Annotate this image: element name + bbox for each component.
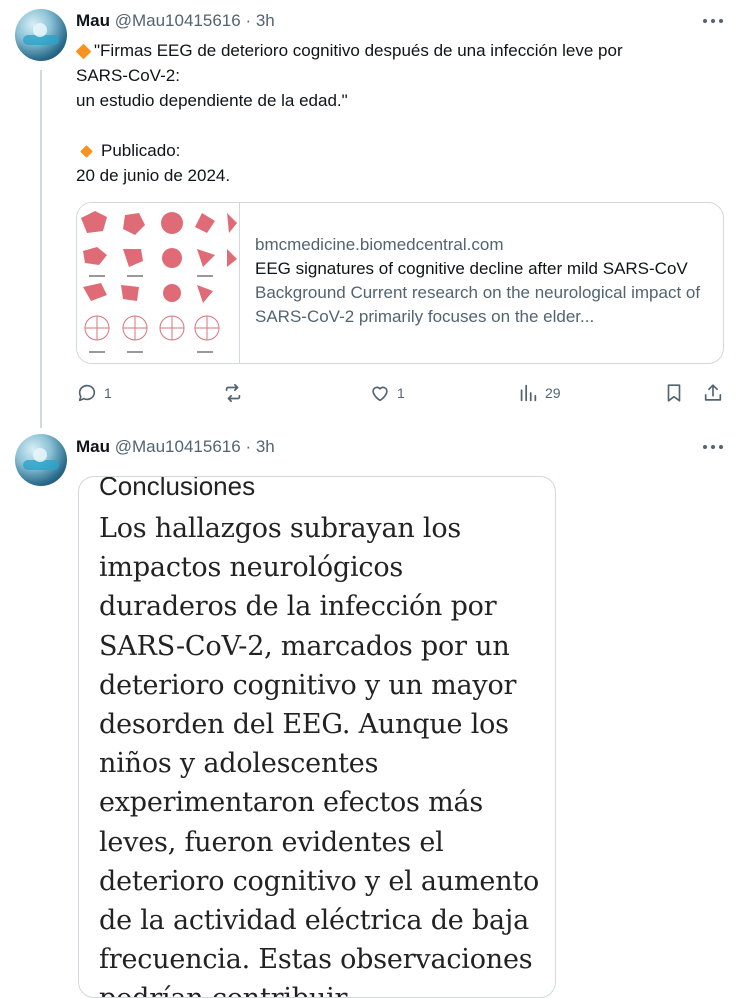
reply-icon [78, 384, 96, 402]
card-info[interactable]: bmcmedicine.biomedcentral.com EEG signat… [255, 233, 711, 329]
card-title[interactable]: EEG signatures of cognitive decline afte… [255, 257, 711, 281]
image-body-text: Los hallazgos subrayan los impactos neur… [99, 513, 540, 997]
text-line: SARS-CoV-2: [76, 66, 180, 85]
tweet-text: "Firmas EEG de deterioro cognitivo despu… [75, 38, 716, 188]
text-line: un estudio dependiente de la edad." [76, 91, 348, 110]
card-thumbnail-image [77, 203, 240, 363]
reply-button[interactable]: 1 [76, 382, 112, 404]
author-handle[interactable]: @Mau10415616 [115, 437, 241, 456]
repost-button[interactable] [222, 382, 250, 404]
author-name[interactable]: Mau [76, 437, 110, 456]
analytics-bar-icon [520, 384, 537, 402]
separator-dot: · [245, 437, 252, 456]
like-count: 1 [397, 385, 405, 401]
views-button[interactable]: 29 [517, 382, 561, 404]
like-button[interactable]: 1 [369, 382, 405, 404]
text-line: 20 de junio de 2024. [76, 166, 231, 185]
view-count: 29 [545, 385, 561, 401]
link-preview-card[interactable]: bmcmedicine.biomedcentral.com EEG signat… [76, 202, 724, 364]
separator-dot: · [245, 11, 252, 30]
orange-diamond-icon [80, 144, 93, 158]
bookmark-icon [667, 384, 681, 402]
card-domain[interactable]: bmcmedicine.biomedcentral.com [255, 233, 711, 257]
tweet-header: Mau @Mau10415616 · 3h [76, 436, 275, 458]
repost-icon [225, 383, 241, 403]
text-line: "Firmas EEG de deterioro cognitivo despu… [94, 41, 623, 60]
tweet-time[interactable]: 3h [256, 437, 275, 456]
eeg-polar-plots-thumbnail [81, 211, 237, 353]
heart-icon [372, 386, 388, 402]
tweet-header: Mau @Mau10415616 · 3h [76, 10, 275, 32]
orange-diamond-icon [75, 43, 92, 59]
author-name[interactable]: Mau [76, 11, 110, 30]
share-icon [704, 384, 722, 401]
tweet-time[interactable]: 3h [256, 11, 275, 30]
more-options-icon[interactable] [700, 436, 726, 458]
tweet[interactable]: Mau @Mau10415616 · 3h "Firmas EEG de det… [0, 0, 756, 430]
avatar[interactable] [15, 434, 67, 486]
reply-count: 1 [104, 385, 112, 401]
author-handle[interactable]: @Mau10415616 [115, 11, 241, 30]
attached-image[interactable]: Conclusiones Los hallazgos subrayan los … [78, 476, 556, 998]
text-line: Publicado: [101, 141, 181, 160]
avatar[interactable] [15, 9, 67, 61]
bookmark-button[interactable] [663, 382, 685, 404]
more-options-icon[interactable] [700, 10, 726, 32]
image-heading: Conclusiones [99, 476, 256, 501]
tweet-actions: 1 1 29 [0, 382, 756, 406]
card-description: Background Current research on the neuro… [255, 283, 701, 326]
share-button[interactable] [702, 382, 724, 404]
